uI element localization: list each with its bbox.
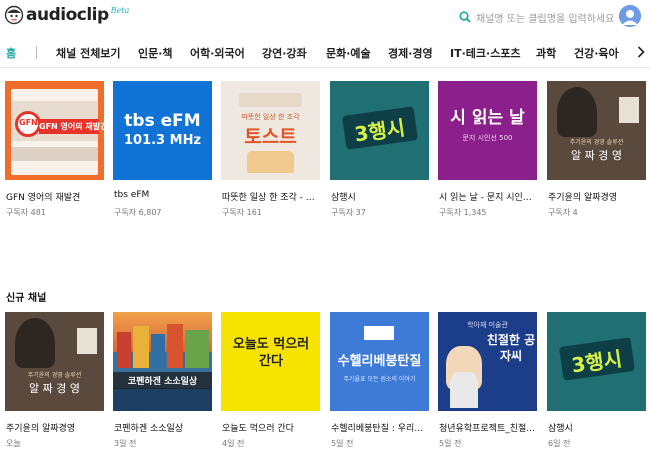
thumbnail-subtext: 주기윤의 경영 솔루션: [27, 372, 82, 379]
logo-mascot-icon: [4, 5, 24, 25]
subscriber-count: 구독자 37: [331, 208, 366, 217]
logo[interactable]: audioclip Beta: [4, 5, 129, 25]
nav-item-all-channels[interactable]: 채널 전체보기: [56, 45, 121, 61]
thumbnail-text: 친절한 공자씨: [486, 333, 536, 363]
created-date: 6일 전: [548, 439, 571, 448]
header: audioclip Beta 채널명 또는 클립명을 입력하세요: [0, 0, 650, 34]
thumbnail-text: 오늘도 먹으러 간다: [232, 337, 310, 369]
nav-item-health[interactable]: 건강·육아: [574, 45, 619, 61]
channel-title[interactable]: 코펜하겐 소소일상: [114, 421, 214, 434]
channel-thumbnail[interactable]: 3행시: [547, 312, 646, 411]
channel-thumbnail[interactable]: 코펜하겐 소소일상: [113, 312, 212, 411]
thumbnail-text: tbs eFM: [124, 111, 201, 131]
channel-title[interactable]: 주기윤의 알짜경영: [6, 421, 106, 434]
subscriber-count: 구독자 161: [222, 208, 262, 217]
channel-thumbnail[interactable]: 주기윤의 경영 솔루션 알 짜 경 영: [5, 312, 104, 411]
channel-thumbnail[interactable]: 따뜻한 일상 한 조각 토스트: [221, 81, 320, 180]
channel-title[interactable]: tbs eFM: [114, 190, 214, 200]
channel-thumbnail[interactable]: tbs eFM 101.3 MHz: [113, 81, 212, 180]
channel-title[interactable]: GFN 영어의 재발견: [6, 190, 106, 203]
thumbnail-text: 코펜하겐 소소일상: [113, 372, 212, 389]
nav-item-language[interactable]: 어학·외국어: [190, 45, 245, 61]
channel-thumbnail[interactable]: 오늘도 먹으러 간다: [221, 312, 320, 411]
thumbnail-text: 토스트: [244, 126, 297, 148]
created-date: 5일 전: [331, 439, 354, 448]
logo-text: audioclip: [26, 5, 109, 25]
channel-title[interactable]: 청년유학프로젝트_친절...: [439, 421, 539, 434]
thumbnail-text: GFN 영어의 재발견: [39, 119, 104, 134]
thumbnail-text: 시 읽는 날: [450, 108, 525, 128]
search-icon[interactable]: [459, 8, 471, 27]
channel-title[interactable]: 삼행시: [331, 190, 431, 203]
channel-thumbnail[interactable]: 학아재 미술관 친절한 공자씨: [438, 312, 537, 411]
thumbnail-subtext: 주기윤의 경영 솔루션: [569, 139, 624, 146]
nav-item-home[interactable]: 홈: [6, 45, 16, 61]
subscriber-count: 구독자 4: [548, 208, 578, 217]
avatar[interactable]: [619, 5, 641, 27]
thumbnail-subtext: 101.3 MHz: [123, 133, 202, 148]
subscriber-count: 구독자 1,345: [439, 208, 487, 217]
channel-thumbnail[interactable]: 수헬리베붕탄질 주기율표 모든 원소의 이야기: [330, 312, 429, 411]
channel-title[interactable]: 수헬리베붕탄질 : 우리는 ...: [331, 421, 431, 434]
channel-title[interactable]: 삼행시: [548, 421, 648, 434]
thumbnail-subtext: 문지 시인선 500: [462, 134, 513, 142]
nav-item-economy[interactable]: 경제·경영: [388, 45, 433, 61]
category-nav: 홈 채널 전체보기 인문·책 어학·외국어 강연·강좌 문화·예술 경제·경영 …: [0, 36, 650, 68]
beta-badge: Beta: [110, 5, 130, 15]
created-date: 오늘: [6, 439, 21, 448]
nav-item-humanities[interactable]: 인문·책: [138, 45, 173, 61]
thumbnail-text: 수헬리베붕탄질: [337, 354, 422, 369]
thumbnail-text: 알 짜 경 영: [29, 382, 80, 395]
section-title-new-channels: 신규 채널: [6, 293, 47, 304]
nav-divider: [36, 46, 37, 59]
thumbnail-text: 알 짜 경 영: [571, 149, 622, 162]
created-date: 5일 전: [439, 439, 462, 448]
chevron-right-icon[interactable]: [637, 44, 645, 63]
channel-title[interactable]: 오늘도 먹으러 간다: [222, 421, 322, 434]
subscriber-count: 구독자 6,807: [114, 208, 162, 217]
channel-thumbnail[interactable]: GFN GFN 영어의 재발견: [5, 81, 104, 180]
search-input[interactable]: 채널명 또는 클립명을 입력하세요: [476, 10, 614, 25]
search-bar[interactable]: 채널명 또는 클립명을 입력하세요: [459, 8, 614, 27]
thumbnail-subtext: 학아재 미술관: [467, 321, 508, 329]
created-date: 4일 전: [222, 439, 245, 448]
channel-thumbnail[interactable]: 시 읽는 날 문지 시인선 500: [438, 81, 537, 180]
thumbnail-subtext: 주기율표 모든 원소의 이야기: [343, 376, 416, 383]
channel-thumbnail[interactable]: 3행시: [330, 81, 429, 180]
nav-item-it-tech-sports[interactable]: IT·테크·스포츠: [450, 45, 521, 61]
created-date: 3일 전: [114, 439, 137, 448]
channel-title[interactable]: 따뜻한 일상 한 조각 - 토...: [222, 190, 322, 203]
subscriber-count: 구독자 481: [6, 208, 46, 217]
channel-title[interactable]: 주기윤의 알짜경영: [548, 190, 648, 203]
nav-item-science[interactable]: 과학: [536, 45, 556, 61]
channel-title[interactable]: 시 읽는 날 - 문지 시인선 ...: [439, 190, 539, 203]
nav-item-lectures[interactable]: 강연·강좌: [262, 45, 307, 61]
channel-thumbnail[interactable]: 주기윤의 경영 솔루션 알 짜 경 영: [547, 81, 646, 180]
nav-item-culture[interactable]: 문화·예술: [326, 45, 371, 61]
thumbnail-subtext: 따뜻한 일상 한 조각: [241, 113, 300, 121]
